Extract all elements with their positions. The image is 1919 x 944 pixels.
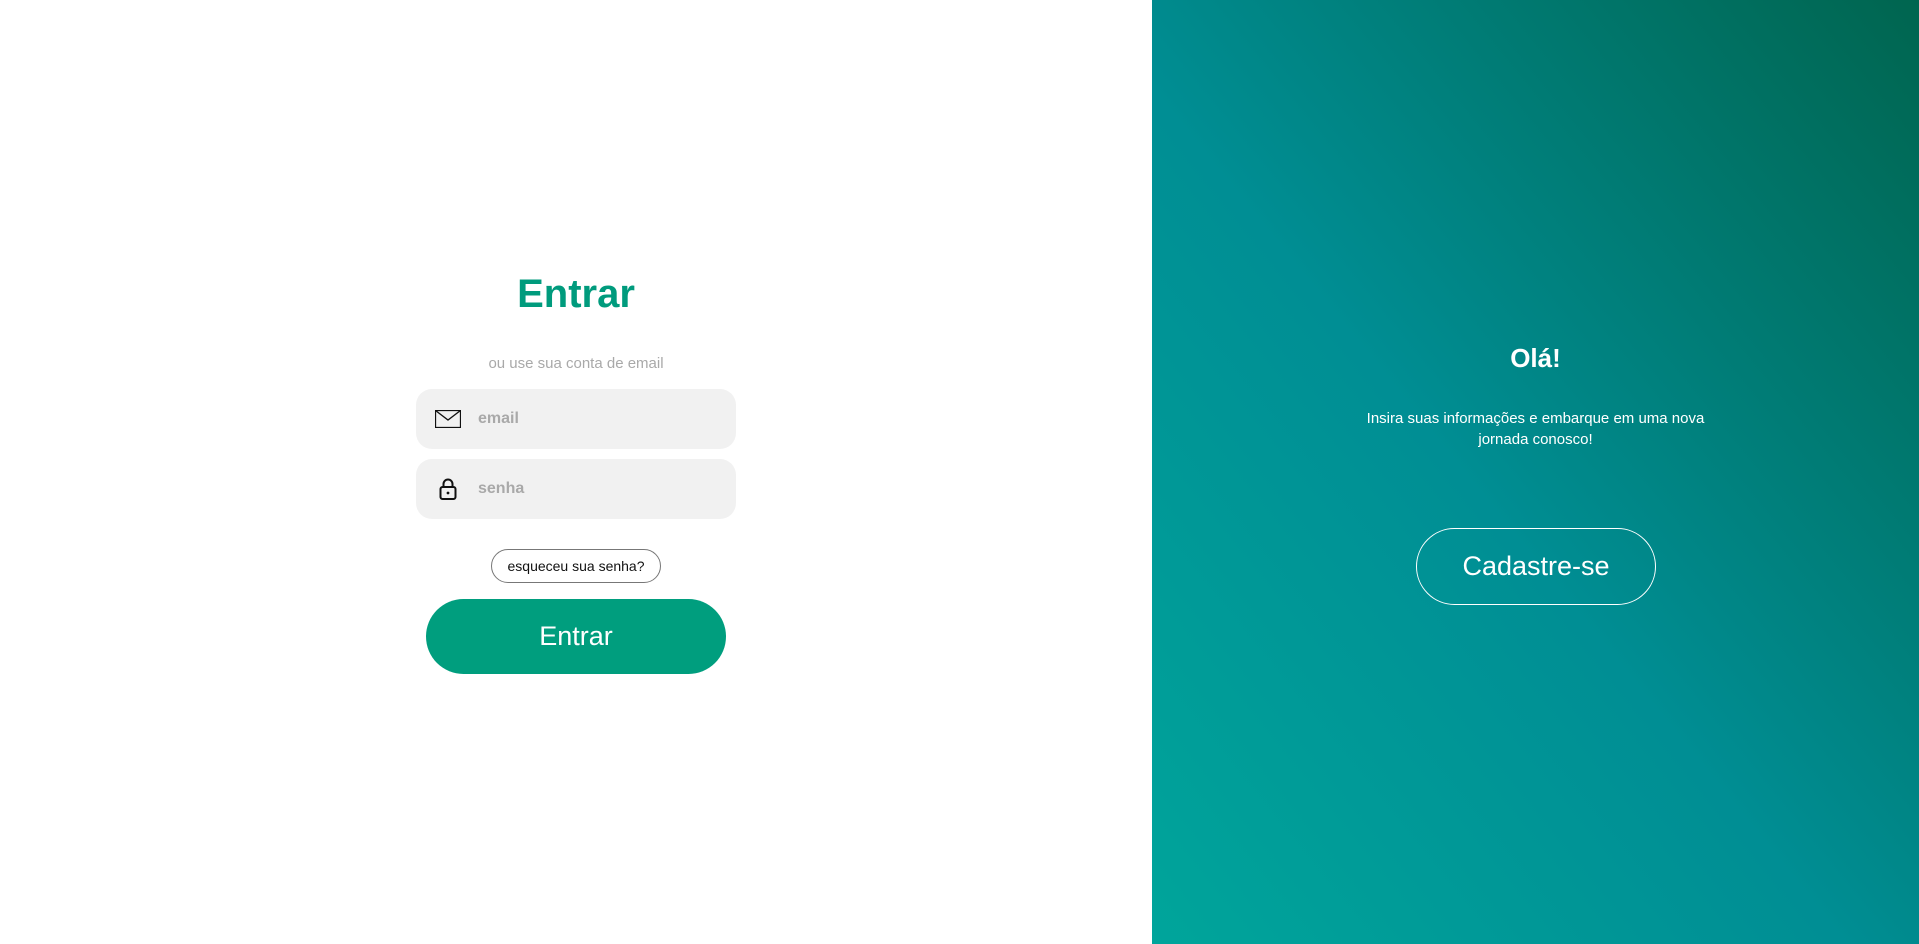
signup-button[interactable]: Cadastre-se bbox=[1416, 528, 1656, 605]
signup-panel: Olá! Insira suas informações e embarque … bbox=[1152, 0, 1919, 944]
login-panel: Entrar ou use sua conta de email esquece… bbox=[0, 0, 1152, 944]
greeting-heading: Olá! bbox=[1510, 343, 1561, 373]
password-field[interactable] bbox=[416, 459, 736, 519]
login-subtitle: ou use sua conta de email bbox=[488, 355, 664, 372]
signup-description: Insira suas informações e embarque em um… bbox=[1366, 410, 1705, 448]
email-input[interactable] bbox=[476, 409, 720, 429]
password-input[interactable] bbox=[476, 479, 720, 499]
forgot-password-link[interactable]: esqueceu sua senha? bbox=[491, 549, 661, 583]
login-title: Entrar bbox=[517, 272, 635, 316]
login-submit-button[interactable]: Entrar bbox=[426, 599, 726, 674]
email-field[interactable] bbox=[416, 389, 736, 449]
envelope-icon bbox=[434, 407, 462, 431]
lock-icon bbox=[434, 477, 462, 501]
